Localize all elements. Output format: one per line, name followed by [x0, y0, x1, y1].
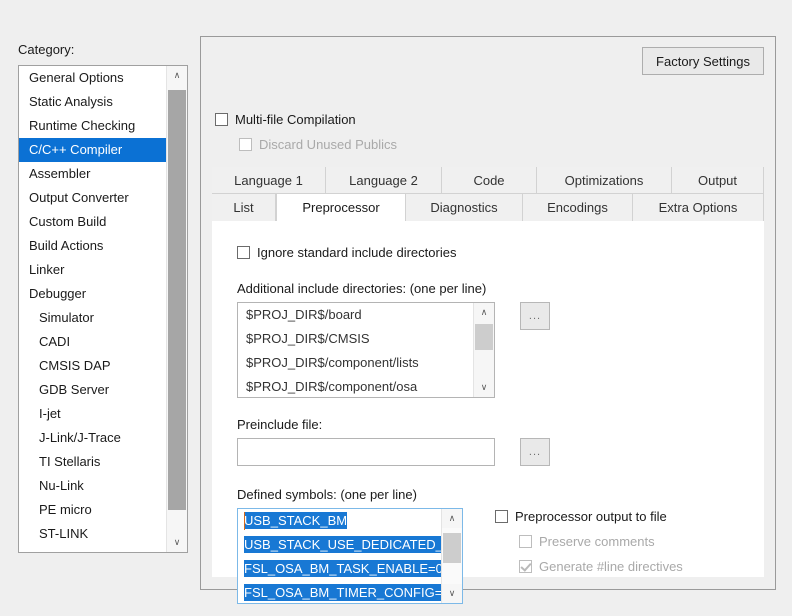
defined-symbol-line[interactable]: USB_STACK_USE_DEDICATED_RA [238, 533, 462, 557]
tab-output[interactable]: Output [672, 167, 764, 194]
sidebar-item-ti-stellaris[interactable]: TI Stellaris [19, 450, 167, 474]
include-directory-line[interactable]: $PROJ_DIR$/CMSIS [238, 327, 494, 351]
include-directory-line[interactable]: $PROJ_DIR$/board [238, 303, 494, 327]
sidebar-item-general-options[interactable]: General Options [19, 66, 167, 90]
discard-unused-publics-checkbox-row: Discard Unused Publics [239, 137, 397, 153]
discard-unused-publics-label: Discard Unused Publics [259, 137, 397, 153]
tab-language-2[interactable]: Language 2 [326, 167, 442, 194]
sidebar-item-static-analysis[interactable]: Static Analysis [19, 90, 167, 114]
sidebar-item-custom-build[interactable]: Custom Build [19, 210, 167, 234]
discard-unused-publics-checkbox [239, 138, 252, 151]
tab-code[interactable]: Code [442, 167, 537, 194]
tab-bar: Language 1Language 2CodeOptimizationsOut… [212, 167, 764, 221]
defined-symbol-line[interactable]: FSL_OSA_BM_TIMER_CONFIG=0 [238, 581, 462, 604]
defined-symbol-text: FSL_OSA_BM_TASK_ENABLE=0 [244, 560, 443, 577]
sidebar-item-nu-link[interactable]: Nu-Link [19, 474, 167, 498]
include-directories-lines: $PROJ_DIR$/board$PROJ_DIR$/CMSIS$PROJ_DI… [238, 303, 494, 398]
ignore-standard-includes-checkbox-row[interactable]: Ignore standard include directories [237, 245, 456, 261]
scroll-up-icon[interactable]: ∧ [167, 66, 187, 85]
sidebar-item-st-link[interactable]: ST-LINK [19, 522, 167, 546]
sidebar-item-j-link-j-trace[interactable]: J-Link/J-Trace [19, 426, 167, 450]
preprocessor-output-to-file-checkbox-row[interactable]: Preprocessor output to file [495, 509, 683, 525]
sidebar-item-output-converter[interactable]: Output Converter [19, 186, 167, 210]
text-caret [244, 512, 245, 530]
scroll-up-icon[interactable]: ∧ [442, 509, 462, 528]
category-scrollbar[interactable]: ∧ ∨ [166, 66, 187, 552]
generate-line-directives-label: Generate #line directives [539, 559, 683, 575]
tab-extra-options[interactable]: Extra Options [633, 194, 764, 221]
preinclude-file-browse-button[interactable]: ... [520, 438, 550, 466]
defined-symbol-line[interactable]: FSL_OSA_BM_TASK_ENABLE=0 [238, 557, 462, 581]
scroll-down-icon[interactable]: ∨ [442, 584, 462, 603]
preserve-comments-checkbox-row: Preserve comments [519, 534, 683, 550]
defined-symbols-scrollbar-thumb[interactable] [443, 533, 461, 563]
sidebar-item-gdb-server[interactable]: GDB Server [19, 378, 167, 402]
sidebar-item-assembler[interactable]: Assembler [19, 162, 167, 186]
generate-line-directives-checkbox-row: Generate #line directives [519, 559, 683, 575]
sidebar-item-i-jet[interactable]: I-jet [19, 402, 167, 426]
defined-symbols-label: Defined symbols: (one per line) [237, 487, 417, 503]
preprocessor-output-to-file-label: Preprocessor output to file [515, 509, 667, 525]
sidebar-item-linker[interactable]: Linker [19, 258, 167, 282]
tab-language-1[interactable]: Language 1 [212, 167, 326, 194]
sidebar-item-debugger[interactable]: Debugger [19, 282, 167, 306]
preserve-comments-checkbox [519, 535, 532, 548]
sidebar-item-runtime-checking[interactable]: Runtime Checking [19, 114, 167, 138]
scroll-down-icon[interactable]: ∨ [474, 378, 494, 397]
category-item-list: General OptionsStatic AnalysisRuntime Ch… [19, 66, 167, 553]
options-panel: Factory Settings Multi-file Compilation … [200, 36, 776, 590]
sidebar-item-cadi[interactable]: CADI [19, 330, 167, 354]
defined-symbols-scrollbar[interactable]: ∧ ∨ [441, 509, 462, 603]
include-directories-scrollbar[interactable]: ∧ ∨ [473, 303, 494, 397]
tab-row-1: Language 1Language 2CodeOptimizationsOut… [212, 167, 764, 194]
preserve-comments-label: Preserve comments [539, 534, 655, 550]
factory-settings-button[interactable]: Factory Settings [642, 47, 764, 75]
tab-diagnostics[interactable]: Diagnostics [406, 194, 523, 221]
generate-line-directives-checkbox [519, 560, 532, 573]
multi-file-compilation-checkbox[interactable] [215, 113, 228, 126]
scroll-down-icon[interactable]: ∨ [167, 533, 187, 552]
defined-symbols-textbox[interactable]: USB_STACK_BM USB_STACK_USE_DEDICATED_RA FS… [237, 508, 463, 604]
include-directories-label: Additional include directories: (one per… [237, 281, 486, 297]
ignore-standard-includes-label: Ignore standard include directories [257, 245, 456, 261]
include-directories-browse-button[interactable]: ... [520, 302, 550, 330]
tab-encodings[interactable]: Encodings [523, 194, 633, 221]
preprocessor-tab-content: Ignore standard include directories Addi… [212, 221, 764, 577]
defined-symbol-text: USB_STACK_USE_DEDICATED_RA [244, 536, 461, 553]
preinclude-file-label: Preinclude file: [237, 417, 322, 433]
category-label: Category: [18, 42, 188, 58]
defined-symbol-text: USB_STACK_BM [244, 512, 347, 529]
sidebar-item-build-actions[interactable]: Build Actions [19, 234, 167, 258]
defined-symbols-lines: USB_STACK_BM USB_STACK_USE_DEDICATED_RA FS… [238, 509, 462, 604]
include-directories-scrollbar-thumb[interactable] [475, 324, 493, 350]
multi-file-compilation-checkbox-row[interactable]: Multi-file Compilation [215, 112, 356, 128]
preinclude-file-input[interactable] [237, 438, 495, 466]
ignore-standard-includes-checkbox[interactable] [237, 246, 250, 259]
defined-symbol-line[interactable]: USB_STACK_BM [238, 509, 462, 533]
include-directory-line[interactable]: $PROJ_DIR$/component/lists [238, 351, 494, 375]
preprocessor-output-group: Preprocessor output to file Preserve com… [495, 509, 683, 575]
tab-row-2: ListPreprocessorDiagnosticsEncodingsExtr… [212, 194, 764, 221]
category-panel: Category: General OptionsStatic Analysis… [18, 42, 188, 553]
sidebar-item-c-c-compiler[interactable]: C/C++ Compiler [19, 138, 167, 162]
category-listbox[interactable]: General OptionsStatic AnalysisRuntime Ch… [18, 65, 188, 553]
preprocessor-output-to-file-checkbox[interactable] [495, 510, 508, 523]
sidebar-item-simulator[interactable]: Simulator [19, 306, 167, 330]
multi-file-compilation-label: Multi-file Compilation [235, 112, 356, 128]
tab-preprocessor[interactable]: Preprocessor [276, 194, 406, 221]
scroll-up-icon[interactable]: ∧ [474, 303, 494, 322]
include-directories-listbox[interactable]: $PROJ_DIR$/board$PROJ_DIR$/CMSIS$PROJ_DI… [237, 302, 495, 398]
include-directory-line[interactable]: $PROJ_DIR$/component/osa [238, 375, 494, 398]
category-scrollbar-thumb[interactable] [168, 90, 186, 510]
tab-optimizations[interactable]: Optimizations [537, 167, 672, 194]
sidebar-item-third-party-driver[interactable]: Third-Party Driver [19, 546, 167, 553]
sidebar-item-cmsis-dap[interactable]: CMSIS DAP [19, 354, 167, 378]
tab-list[interactable]: List [212, 194, 276, 221]
defined-symbol-text: FSL_OSA_BM_TIMER_CONFIG=0 [244, 584, 450, 601]
sidebar-item-pe-micro[interactable]: PE micro [19, 498, 167, 522]
